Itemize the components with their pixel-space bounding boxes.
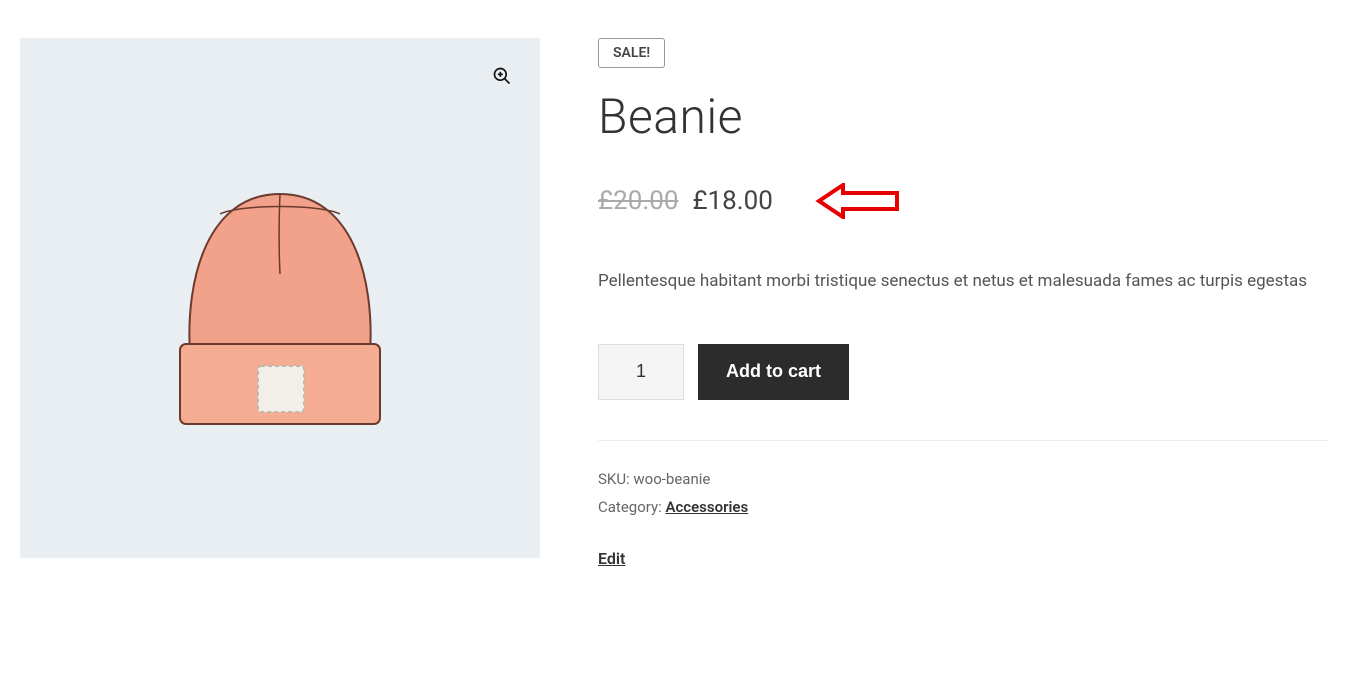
zoom-in-icon[interactable] [484, 58, 520, 94]
sale-badge: SALE! [598, 38, 665, 68]
add-to-cart-button[interactable]: Add to cart [698, 344, 849, 400]
add-to-cart-form: Add to cart [598, 344, 1329, 441]
product-title: Beanie [598, 88, 1329, 145]
price-row: £20.00 £18.00 [598, 183, 1329, 219]
sku-value: woo-beanie [633, 470, 710, 488]
sku-row: SKU: woo-beanie [598, 465, 1329, 494]
product-description: Pellentesque habitant morbi tristique se… [598, 267, 1318, 296]
product-image [150, 154, 410, 454]
product-info-panel: SALE! Beanie £20.00 £18.00 Pellentesque … [598, 38, 1329, 574]
annotation-arrow-icon [815, 183, 901, 219]
category-link[interactable]: Accessories [665, 498, 748, 516]
product-image-panel [20, 38, 540, 558]
product-meta: SKU: woo-beanie Category: Accessories Ed… [598, 465, 1329, 574]
sku-label: SKU: [598, 470, 633, 488]
quantity-input[interactable] [598, 344, 684, 400]
edit-link[interactable]: Edit [598, 544, 625, 574]
category-row: Category: Accessories [598, 493, 1329, 522]
price-sale: £18.00 [692, 186, 772, 216]
category-label: Category: [598, 498, 665, 516]
price-original: £20.00 [598, 186, 678, 216]
product-container: SALE! Beanie £20.00 £18.00 Pellentesque … [20, 38, 1329, 574]
